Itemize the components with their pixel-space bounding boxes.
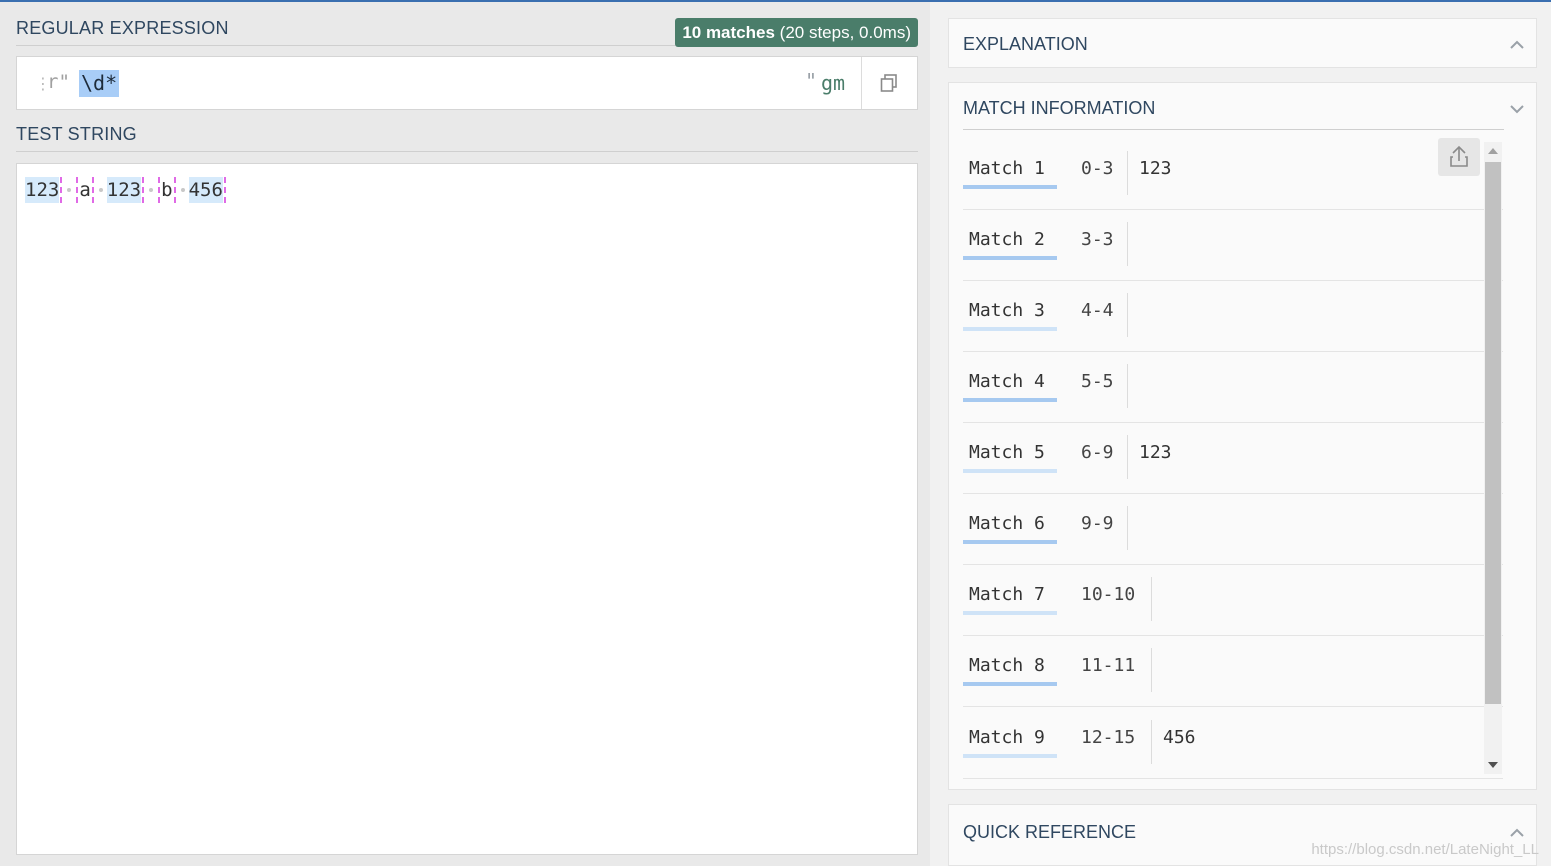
- test-char: a: [79, 179, 91, 201]
- match-value: 123: [1139, 158, 1172, 179]
- chevron-up-icon[interactable]: [1510, 38, 1524, 52]
- regex-pattern-input[interactable]: \d*: [79, 70, 120, 97]
- match-range: 11-11: [1081, 655, 1136, 676]
- empty-match-marker: [76, 177, 79, 203]
- match-range: 0-3: [1081, 158, 1114, 179]
- match-row[interactable]: Match 7 10-10: [963, 565, 1503, 636]
- chevron-down-icon[interactable]: [1510, 102, 1524, 116]
- regex-flags[interactable]: gm: [821, 71, 845, 95]
- match-separator: [1127, 364, 1128, 408]
- match-highlight: 123: [25, 177, 60, 203]
- empty-match-marker: [158, 177, 161, 203]
- regex-open-delimiter: r": [47, 71, 70, 93]
- test-string-editor[interactable]: 123 a 123 b 456: [16, 163, 918, 855]
- scroll-down-arrow-icon[interactable]: [1488, 762, 1498, 768]
- match-highlight: 456: [188, 177, 223, 203]
- test-title-rule: [16, 151, 918, 152]
- share-icon: [1450, 145, 1468, 167]
- match-value: 123: [1139, 442, 1172, 463]
- scroll-thumb[interactable]: [1485, 162, 1501, 704]
- match-label: Match 6: [963, 510, 1057, 544]
- match-label: Match 8: [963, 652, 1057, 686]
- match-value: 456: [1163, 727, 1196, 748]
- match-range: 9-9: [1081, 513, 1114, 534]
- match-list-scrollbar[interactable]: [1484, 142, 1502, 774]
- explanation-title: EXPLANATION: [963, 34, 1088, 54]
- space-marker: [95, 177, 107, 203]
- match-separator: [1151, 577, 1152, 621]
- match-row[interactable]: Match 8 11-11: [963, 636, 1503, 707]
- quick-reference-title: QUICK REFERENCE: [963, 822, 1137, 842]
- test-string-line[interactable]: 123 a 123 b 456: [25, 177, 227, 203]
- match-row[interactable]: Match 5 6-9 123: [963, 423, 1503, 494]
- empty-match-marker: [60, 177, 63, 203]
- match-label: Match 9: [963, 724, 1057, 758]
- regex-section-title: REGULAR EXPRESSION: [16, 18, 229, 38]
- regex-close-delimiter: ": [805, 69, 818, 93]
- match-label: Match 2: [963, 226, 1057, 260]
- match-row[interactable]: Match 3 4-4: [963, 281, 1503, 352]
- match-label: Match 1: [963, 155, 1057, 189]
- space-marker: [145, 177, 157, 203]
- match-range: 5-5: [1081, 371, 1114, 392]
- match-info-title: MATCH INFORMATION: [963, 98, 1156, 118]
- match-separator: [1151, 720, 1152, 764]
- share-button[interactable]: [1438, 138, 1480, 176]
- scroll-up-arrow-icon[interactable]: [1488, 148, 1498, 154]
- match-label: Match 7: [963, 581, 1057, 615]
- empty-match-marker: [223, 177, 226, 203]
- explanation-panel[interactable]: EXPLANATION: [948, 18, 1537, 68]
- space-marker: [63, 177, 75, 203]
- match-separator: [1127, 151, 1128, 195]
- match-information-panel: MATCH INFORMATION Match 1 0-3 123 Match …: [948, 82, 1537, 790]
- match-count-badge: 10 matches (20 steps, 0.0ms): [675, 18, 918, 47]
- copy-icon: [880, 74, 897, 92]
- match-range: 4-4: [1081, 300, 1114, 321]
- empty-match-marker: [173, 177, 176, 203]
- empty-match-marker: [142, 177, 145, 203]
- copy-regex-button[interactable]: [861, 57, 917, 109]
- match-separator: [1127, 506, 1128, 550]
- match-row[interactable]: Match 4 5-5: [963, 352, 1503, 423]
- match-label: Match 3: [963, 297, 1057, 331]
- watermark: https://blog.csdn.net/LateNight_LL: [1311, 841, 1539, 858]
- match-row[interactable]: Match 9 12-15 456: [963, 708, 1503, 779]
- chevron-up-icon[interactable]: [1510, 826, 1524, 840]
- match-count: 10 matches: [682, 23, 775, 42]
- match-separator: [1151, 648, 1152, 692]
- left-pane: REGULAR EXPRESSION 10 matches (20 steps,…: [2, 2, 930, 866]
- match-row[interactable]: Match 1 0-3 123: [963, 139, 1503, 210]
- match-info-rule: [963, 129, 1504, 130]
- match-separator: [1127, 435, 1128, 479]
- right-pane: EXPLANATION MATCH INFORMATION Match 1 0-…: [930, 2, 1551, 866]
- match-label: Match 4: [963, 368, 1057, 402]
- match-range: 6-9: [1081, 442, 1114, 463]
- space-marker: [177, 177, 189, 203]
- match-highlight: 123: [106, 177, 142, 203]
- match-range: 3-3: [1081, 229, 1114, 250]
- match-range: 10-10: [1081, 584, 1136, 605]
- test-string-title: TEST STRING: [16, 124, 137, 144]
- empty-match-marker: [91, 177, 94, 203]
- match-label: Match 5: [963, 439, 1057, 473]
- match-separator: [1127, 222, 1128, 266]
- match-separator: [1127, 293, 1128, 337]
- match-row[interactable]: Match 6 9-9: [963, 494, 1503, 565]
- regex-input-box[interactable]: ⋮ r" \d* " gm: [16, 56, 918, 110]
- test-char: b: [161, 179, 173, 201]
- match-row[interactable]: Match 2 3-3: [963, 210, 1503, 281]
- match-stats: (20 steps, 0.0ms): [774, 23, 911, 42]
- match-range: 12-15: [1081, 727, 1136, 748]
